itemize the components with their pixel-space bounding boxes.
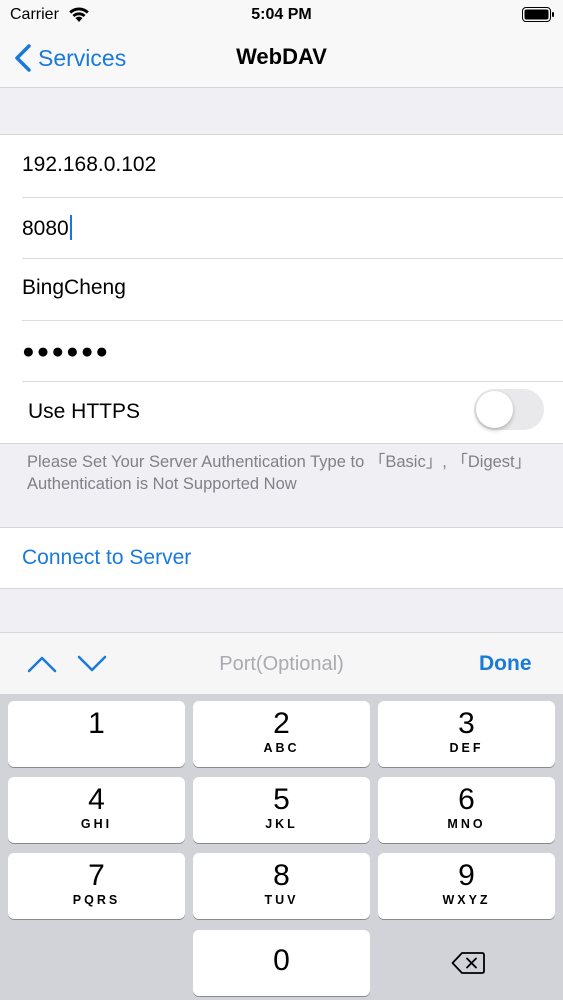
- key-digit: 4: [88, 783, 105, 816]
- connect-section: Connect to Server: [0, 527, 563, 589]
- username-row[interactable]: BingCheng: [0, 258, 563, 320]
- key-5[interactable]: 5 JKL: [193, 777, 370, 843]
- key-0[interactable]: 0: [193, 930, 370, 996]
- connect-button[interactable]: Connect to Server: [22, 546, 191, 570]
- delete-key[interactable]: [378, 930, 555, 996]
- key-digit: 1: [88, 707, 105, 740]
- port-row[interactable]: 8080: [0, 196, 563, 259]
- https-toggle[interactable]: [474, 389, 544, 430]
- host-field[interactable]: 192.168.0.102: [22, 153, 156, 177]
- key-digit: 9: [458, 859, 475, 892]
- key-6[interactable]: 6 MNO: [378, 777, 555, 843]
- status-bar: Carrier 5:04 PM: [0, 0, 563, 30]
- done-button[interactable]: Done: [479, 652, 532, 676]
- key-digit: 8: [273, 859, 290, 892]
- port-field-value: 8080: [22, 216, 69, 240]
- battery-icon: [522, 7, 554, 22]
- key-letters: JKL: [265, 817, 298, 831]
- https-label: Use HTTPS: [28, 400, 141, 423]
- username-field[interactable]: BingCheng: [22, 276, 126, 300]
- key-2[interactable]: 2 ABC: [193, 701, 370, 767]
- key-letters: ABC: [263, 741, 300, 755]
- key-digit: 5: [273, 783, 290, 816]
- host-row[interactable]: 192.168.0.102: [0, 135, 563, 197]
- server-form: 192.168.0.102 8080 BingCheng ●●●●●● Use …: [0, 134, 563, 444]
- key-3[interactable]: 3 DEF: [378, 701, 555, 767]
- key-letters: MNO: [447, 817, 486, 831]
- key-digit: 2: [273, 707, 290, 740]
- key-7[interactable]: 7 PQRS: [8, 853, 185, 919]
- toggle-knob: [476, 391, 513, 428]
- key-digit: 3: [458, 707, 475, 740]
- number-keypad: 1 2 ABC 3 DEF 4 GHI 5 JKL 6 MNO 7 PQRS 8…: [0, 694, 563, 1000]
- keyboard-accessory-bar: Port(Optional) Done: [0, 632, 563, 694]
- key-letters: WXYZ: [442, 893, 491, 907]
- delete-backspace-icon: [451, 952, 485, 974]
- key-letters: DEF: [449, 741, 484, 755]
- key-digit: 6: [458, 783, 475, 816]
- key-letters: PQRS: [72, 893, 121, 907]
- navigation-bar: Services WebDAV: [0, 30, 563, 88]
- text-cursor: [69, 214, 72, 240]
- port-field[interactable]: 8080: [22, 214, 72, 241]
- key-letters: TUV: [264, 893, 299, 907]
- password-row[interactable]: ●●●●●●: [0, 319, 563, 382]
- auth-note: Please Set Your Server Authentication Ty…: [27, 453, 532, 493]
- https-row: Use HTTPS: [0, 381, 563, 443]
- key-letters: GHI: [80, 817, 113, 831]
- key-4[interactable]: 4 GHI: [8, 777, 185, 843]
- key-8[interactable]: 8 TUV: [193, 853, 370, 919]
- key-1[interactable]: 1: [8, 701, 185, 767]
- key-digit: 0: [273, 944, 290, 977]
- key-digit: 7: [88, 859, 105, 892]
- page-title: WebDAV: [236, 44, 327, 69]
- key-9[interactable]: 9 WXYZ: [378, 853, 555, 919]
- clock: 5:04 PM: [251, 6, 312, 23]
- password-field[interactable]: ●●●●●●: [22, 340, 110, 364]
